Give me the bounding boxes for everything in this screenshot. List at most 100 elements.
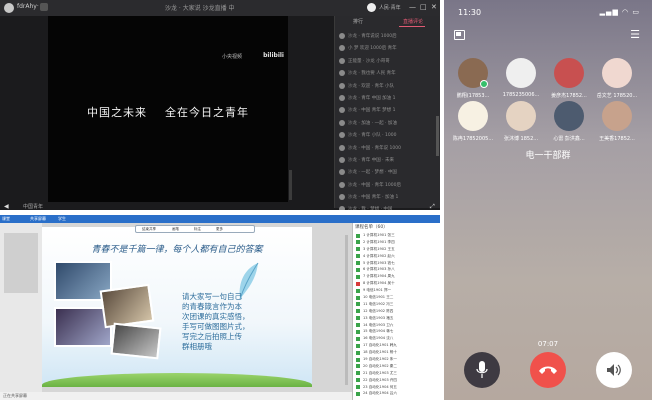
hangup-button[interactable] bbox=[530, 352, 566, 388]
slide-body-line: 群相册哦 bbox=[182, 342, 212, 351]
roster-row[interactable]: 18 自动化1901 杨十 bbox=[355, 349, 439, 356]
roster-row[interactable]: 24 自动化1904 吕六 bbox=[355, 390, 439, 397]
roster-row[interactable]: 20 自动化1902 秦二 bbox=[355, 363, 439, 370]
microphone-icon bbox=[476, 361, 488, 378]
roster-row[interactable]: 9 电信1901 郑一 bbox=[355, 287, 439, 294]
follow-button[interactable] bbox=[40, 3, 48, 11]
streamer-avatar[interactable] bbox=[4, 3, 14, 13]
class-bar-item[interactable]: 学生 bbox=[58, 216, 66, 222]
call-member[interactable]: 心雷 彭洪鑫... bbox=[549, 101, 589, 153]
roster-row[interactable]: 15 电信1904 蒋七 bbox=[355, 328, 439, 335]
chat-user-avatar[interactable] bbox=[339, 33, 345, 39]
roster-row[interactable]: 22 自动化1903 许四 bbox=[355, 377, 439, 384]
student-status-icon bbox=[356, 295, 360, 300]
minimize-window-icon[interactable] bbox=[454, 30, 465, 40]
chat-user-avatar[interactable] bbox=[339, 132, 345, 139]
call-timer: 07:07 bbox=[537, 340, 559, 348]
roster-row[interactable]: 2 计算机1901 李四 bbox=[355, 239, 439, 246]
toolbar-item[interactable]: 标注 bbox=[194, 227, 201, 232]
roster-row[interactable]: 3 计算机1902 王五 bbox=[355, 246, 439, 253]
chat-user-avatar[interactable] bbox=[339, 82, 345, 89]
member-name: 岳文艺 178520... bbox=[596, 93, 638, 99]
roster-row[interactable]: 6 计算机1903 孙八 bbox=[355, 266, 439, 273]
chat-user-avatar[interactable] bbox=[339, 45, 345, 52]
mute-button[interactable] bbox=[464, 352, 500, 388]
member-name: 1785235006... bbox=[502, 92, 540, 98]
class-scrollbar[interactable] bbox=[345, 235, 348, 385]
maximize-icon[interactable]: □ bbox=[420, 3, 427, 12]
chat-user-avatar[interactable] bbox=[339, 94, 345, 101]
roster-row[interactable]: 11 电信1902 冯三 bbox=[355, 301, 439, 308]
student-status-icon bbox=[356, 302, 360, 307]
student-name: 1 计算机1901 张三 bbox=[363, 233, 395, 237]
roster-row[interactable]: 17 自动化1901 韩九 bbox=[355, 342, 439, 349]
class-bar-item[interactable]: 课堂 bbox=[2, 216, 10, 222]
chat-scrollbar[interactable] bbox=[436, 116, 439, 156]
student-status-icon bbox=[356, 371, 360, 376]
video-player[interactable]: 小央视频 bilibili 中国之未来 全在今日之青年 bbox=[48, 16, 288, 202]
close-icon[interactable]: ✕ bbox=[431, 3, 437, 12]
slide-body-line: 写完之后拍照上传 bbox=[182, 332, 242, 341]
menu-icon[interactable]: ☰ bbox=[630, 28, 640, 41]
roster-row[interactable]: 8 计算机1904 吴十 bbox=[355, 280, 439, 287]
member-name: 王美香17852... bbox=[599, 136, 635, 142]
toolbar-item[interactable]: 画笔 bbox=[172, 227, 179, 232]
chat-user-avatar[interactable] bbox=[339, 194, 345, 201]
chat-user-avatar[interactable] bbox=[339, 169, 345, 176]
roster-row[interactable]: 5 计算机1903 钱七 bbox=[355, 260, 439, 267]
volume-icon[interactable]: ◀ bbox=[4, 203, 9, 210]
chat-user-avatar[interactable] bbox=[339, 57, 345, 64]
toolbar-item[interactable]: 结束共享 bbox=[142, 227, 156, 232]
speaker-button[interactable] bbox=[596, 352, 632, 388]
chat-user-avatar[interactable] bbox=[339, 144, 345, 151]
class-bar-item[interactable]: 共享屏幕 bbox=[30, 216, 46, 222]
user-avatar[interactable] bbox=[367, 3, 376, 12]
chat-user-avatar[interactable] bbox=[339, 156, 345, 163]
chat-message: 沙龙 · 欢迎 · 青年 小队 bbox=[337, 80, 437, 92]
roster-row[interactable]: 21 自动化1903 尤三 bbox=[355, 370, 439, 377]
roster-row[interactable]: 1 计算机1901 张三 bbox=[355, 232, 439, 239]
student-status-icon bbox=[356, 364, 360, 369]
call-member[interactable]: 张沐博 1852... bbox=[501, 101, 541, 153]
roster-header: 课程名单（60） bbox=[355, 225, 388, 230]
roster-row[interactable]: 13 电信1903 褚五 bbox=[355, 315, 439, 322]
student-status-icon bbox=[356, 316, 360, 321]
chat-user-avatar[interactable] bbox=[339, 181, 345, 188]
roster-row[interactable]: 12 电信1902 陈四 bbox=[355, 308, 439, 315]
phone-group-call-screen: 11:30 ▂▄▆ ◠ ▭ ☰ 鹏翔(17853... 1785235006...… bbox=[444, 0, 652, 400]
student-name: 5 计算机1903 钱七 bbox=[363, 260, 395, 265]
call-member[interactable]: 陈冉17852005... bbox=[453, 101, 493, 153]
student-name: 8 计算机1904 吴十 bbox=[363, 281, 395, 286]
video-scrollbar[interactable] bbox=[289, 170, 292, 200]
minimize-icon[interactable]: — bbox=[409, 3, 416, 12]
tab-ranking[interactable]: 排行 bbox=[353, 18, 363, 25]
chat-message: 沙龙 · 中国 青年 · 加油 1 bbox=[337, 191, 437, 203]
speaking-indicator-icon bbox=[480, 80, 488, 88]
chat-user-avatar[interactable] bbox=[339, 119, 345, 126]
chat-message: 正能量 · 沙龙 小哥哥 bbox=[337, 55, 437, 67]
student-name: 3 计算机1902 王五 bbox=[363, 246, 395, 251]
roster-row[interactable]: 16 电信1904 沈八 bbox=[355, 335, 439, 342]
student-status-icon bbox=[356, 247, 360, 252]
class-top-bar: 课堂 共享屏幕 学生 bbox=[0, 215, 440, 223]
toolbar-item[interactable]: 更多 bbox=[216, 227, 223, 232]
chat-message-text: 沙龙 · 青年说说 1000后 bbox=[348, 34, 397, 39]
roster-row[interactable]: 4 计算机1902 赵六 bbox=[355, 253, 439, 260]
call-member[interactable]: 王美香17852... bbox=[597, 101, 637, 153]
member-avatar bbox=[506, 58, 536, 88]
roster-row[interactable]: 23 自动化1904 何五 bbox=[355, 384, 439, 391]
tab-comments[interactable]: 直播评论 bbox=[403, 18, 423, 25]
chat-message-text: 沙龙 · 青年 中国 · 未来 bbox=[348, 157, 395, 163]
chat-message: 沙龙 · 青年 中国 · 未来 bbox=[337, 154, 437, 166]
stream-title-bar: fdrAhy· 沙龙 · 大家说 沙龙直播 中 人民·青年 — □ ✕ bbox=[0, 0, 440, 16]
member-name: 张沐博 1852... bbox=[503, 136, 539, 142]
chat-user-avatar[interactable] bbox=[339, 70, 345, 77]
roster-row[interactable]: 10 电信1901 王二 bbox=[355, 294, 439, 301]
chat-user-avatar[interactable] bbox=[339, 107, 345, 114]
roster-row[interactable]: 14 电信1903 卫六 bbox=[355, 322, 439, 329]
roster-row[interactable]: 19 自动化1902 朱一 bbox=[355, 356, 439, 363]
slide-body-line: 手写可做图图片式， bbox=[182, 322, 250, 331]
roster-row[interactable]: 7 计算机1904 周九 bbox=[355, 273, 439, 280]
slide-photo bbox=[99, 283, 155, 329]
chat-message-text: 沙龙 · 青年 小队 · 1000 bbox=[348, 133, 397, 139]
